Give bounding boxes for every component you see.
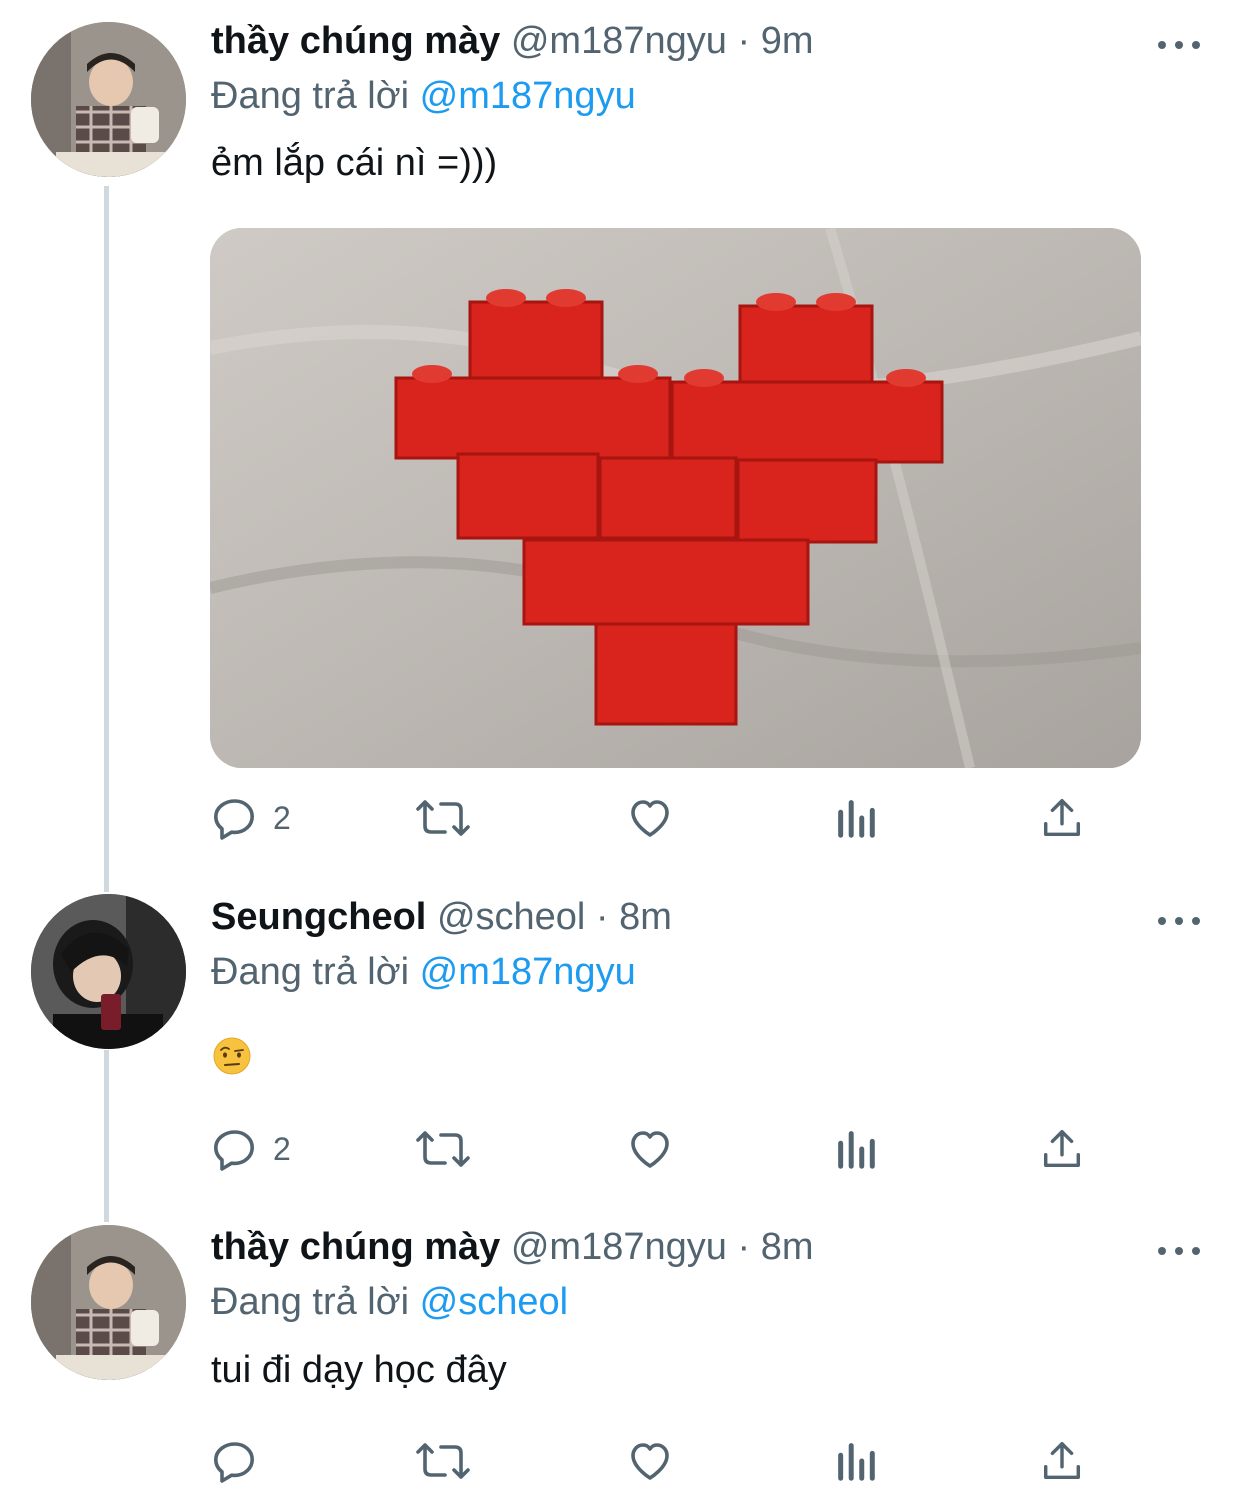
like-icon (631, 800, 669, 837)
like-button[interactable] (625, 793, 675, 843)
display-name[interactable]: thầy chúng mày (211, 20, 500, 62)
share-icon (1043, 1130, 1081, 1168)
analytics-icon (838, 1443, 875, 1481)
reply-icon (214, 1130, 254, 1171)
user-handle[interactable]: @m187ngyu (511, 1226, 727, 1268)
heart-bricks-image (210, 228, 1141, 768)
retweet-button[interactable] (415, 793, 471, 843)
tweet-actions: 2 (211, 1124, 1091, 1174)
share-button[interactable] (1039, 793, 1085, 843)
retweet-icon (416, 1131, 470, 1167)
timestamp[interactable]: 9m (761, 20, 814, 62)
avatar[interactable] (31, 894, 186, 1049)
reply-prefix: Đang trả lời (211, 75, 410, 117)
reply-button[interactable]: 2 (211, 1124, 291, 1174)
analytics-button[interactable] (833, 1436, 879, 1486)
analytics-icon (838, 800, 875, 838)
more-icon[interactable] (1158, 1241, 1200, 1261)
face-with-raised-eyebrow-emoji (213, 1037, 251, 1075)
reply-icon (214, 799, 254, 840)
avatar[interactable] (31, 1225, 186, 1380)
analytics-button[interactable] (833, 793, 879, 843)
display-name[interactable]: thầy chúng mày (211, 1226, 500, 1268)
reply-prefix: Đang trả lời (211, 951, 410, 993)
reply-count: 2 (273, 799, 291, 836)
tweet-header: thầy chúng mày @m187ngyu · 9m (211, 20, 813, 70)
separator-dot: · (595, 896, 609, 938)
retweet-button[interactable] (415, 1124, 471, 1174)
analytics-button[interactable] (833, 1124, 879, 1174)
avatar[interactable] (31, 22, 186, 177)
avatar-photo (31, 22, 186, 177)
user-handle[interactable]: @scheol (437, 896, 585, 938)
reply-button[interactable]: 2 (211, 793, 291, 843)
separator-dot: · (737, 20, 751, 62)
reply-icon (214, 1442, 254, 1483)
like-icon (631, 1443, 669, 1480)
analytics-icon (838, 1131, 875, 1169)
retweet-icon (416, 800, 470, 836)
retweet-icon (416, 1443, 470, 1479)
mention-link[interactable]: @m187ngyu (420, 951, 636, 993)
share-button[interactable] (1039, 1124, 1085, 1174)
more-icon[interactable] (1158, 911, 1200, 931)
mention-link[interactable]: @m187ngyu (420, 75, 636, 117)
more-icon[interactable] (1158, 35, 1200, 55)
reply-count: 2 (273, 1130, 291, 1167)
timestamp[interactable]: 8m (761, 1226, 814, 1268)
tweet[interactable]: thầy chúng mày @m187ngyu · 9m Đang trả l… (0, 0, 1242, 870)
share-icon (1043, 1442, 1081, 1480)
tweet-header: Seungcheol @scheol · 8m (211, 896, 672, 946)
like-icon (631, 1131, 669, 1168)
retweet-button[interactable] (415, 1436, 471, 1486)
replying-to: Đang trả lời @m187ngyu (211, 75, 636, 118)
tweet-actions: 2 (211, 793, 1091, 843)
tweet-media[interactable] (210, 228, 1141, 768)
reply-prefix: Đang trả lời (211, 1281, 410, 1323)
timestamp[interactable]: 8m (619, 896, 672, 938)
replying-to: Đang trả lời @scheol (211, 1281, 568, 1324)
tweet-actions (211, 1436, 1091, 1486)
replying-to: Đang trả lời @m187ngyu (211, 951, 636, 994)
mention-link[interactable]: @scheol (420, 1281, 568, 1323)
tweet-header: thầy chúng mày @m187ngyu · 8m (211, 1226, 813, 1276)
avatar-photo (31, 894, 186, 1049)
tweet-text: ẻm lắp cái nì =))) (211, 142, 498, 184)
tweet-text: tui đi dạy học đây (211, 1349, 507, 1391)
thread-line (104, 1050, 109, 1222)
user-handle[interactable]: @m187ngyu (511, 20, 727, 62)
reply-button[interactable] (211, 1436, 273, 1486)
display-name[interactable]: Seungcheol (211, 896, 426, 938)
share-icon (1043, 799, 1081, 837)
like-button[interactable] (625, 1436, 675, 1486)
like-button[interactable] (625, 1124, 675, 1174)
avatar-photo (31, 1225, 186, 1380)
share-button[interactable] (1039, 1436, 1085, 1486)
separator-dot: · (737, 1226, 751, 1268)
